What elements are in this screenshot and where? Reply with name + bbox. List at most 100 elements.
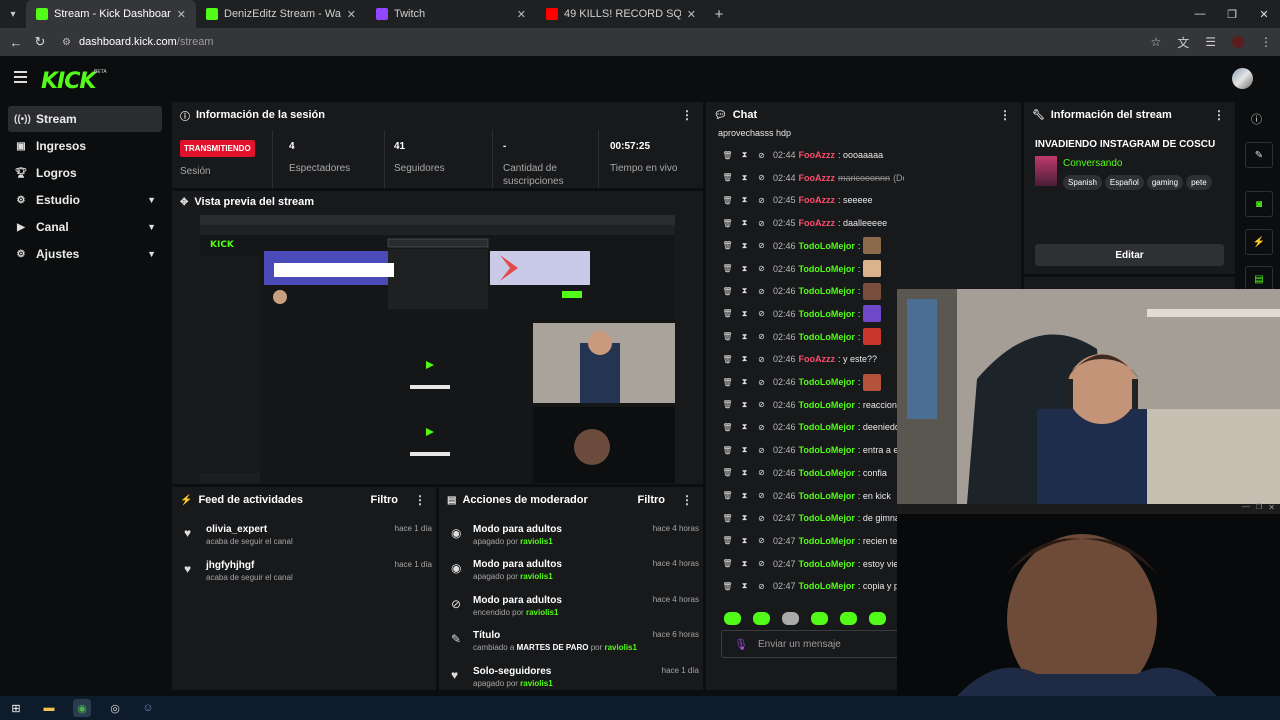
- bookmark-star-icon[interactable]: ☆: [1150, 35, 1161, 49]
- chat-username[interactable]: FooAzzz: [799, 218, 836, 228]
- delete-message-icon[interactable]: 🗑︎: [722, 536, 733, 545]
- timeout-hourglass-icon[interactable]: ⧗: [739, 536, 750, 546]
- kebab-menu-icon[interactable]: ⋮: [681, 493, 693, 507]
- ban-icon[interactable]: ⊘: [756, 536, 767, 545]
- follower-name[interactable]: olivia_expert: [206, 524, 267, 535]
- chat-username[interactable]: TodoLoMejor: [799, 264, 855, 274]
- ban-icon[interactable]: ⊘: [756, 491, 767, 500]
- ban-icon[interactable]: ⊘: [756, 559, 767, 568]
- delete-message-icon[interactable]: 🗑︎: [722, 355, 733, 364]
- ban-icon[interactable]: ⊘: [756, 173, 767, 182]
- chat-username[interactable]: TodoLoMejor: [799, 513, 855, 523]
- timeout-hourglass-icon[interactable]: ⧗: [739, 422, 750, 432]
- timeout-hourglass-icon[interactable]: ⧗: [739, 468, 750, 478]
- timeout-hourglass-icon[interactable]: ⧗: [739, 513, 750, 523]
- ban-icon[interactable]: ⊘: [756, 423, 767, 432]
- filter-button[interactable]: Filtro: [638, 494, 666, 506]
- discord-icon[interactable]: ☺: [139, 699, 157, 717]
- emote-icon[interactable]: [753, 612, 770, 625]
- timeout-hourglass-icon[interactable]: ⧗: [739, 491, 750, 501]
- ban-icon[interactable]: ⊘: [756, 264, 767, 273]
- minimize-icon[interactable]: —: [1242, 502, 1250, 511]
- chat-username[interactable]: TodoLoMejor: [799, 332, 855, 342]
- chat-username[interactable]: TodoLoMejor: [799, 445, 855, 455]
- chat-username[interactable]: FooAzzz: [799, 150, 836, 160]
- stream-category[interactable]: Conversando: [1063, 158, 1122, 169]
- close-window-icon[interactable]: ✕: [1248, 0, 1280, 28]
- chat-username[interactable]: TodoLoMejor: [799, 559, 855, 569]
- minimize-icon[interactable]: —: [1184, 0, 1216, 28]
- timeout-hourglass-icon[interactable]: ⧗: [739, 173, 750, 183]
- delete-message-icon[interactable]: 🗑︎: [722, 309, 733, 318]
- delete-message-icon[interactable]: 🗑︎: [722, 582, 733, 591]
- reload-icon[interactable]: ↻: [28, 34, 52, 50]
- kick-logo[interactable]: KICK: [41, 69, 96, 94]
- close-icon[interactable]: ✕: [347, 8, 356, 21]
- ban-icon[interactable]: ⊘: [756, 468, 767, 477]
- chat-input[interactable]: 🎙︎ Enviar un mensaje: [721, 630, 917, 658]
- sidebar-item-ajustes[interactable]: ⚙ Ajustes ▼: [8, 241, 162, 267]
- sidebar-item-estudio[interactable]: ⚙ Estudio ▼: [8, 187, 162, 213]
- timeout-hourglass-icon[interactable]: ⧗: [739, 377, 750, 387]
- ban-icon[interactable]: ⊘: [756, 219, 767, 228]
- url-field[interactable]: ⚙ dashboard.kick.com/stream: [62, 36, 213, 48]
- restore-icon[interactable]: ❐: [1216, 0, 1248, 28]
- chat-username[interactable]: TodoLoMejor: [799, 491, 855, 501]
- site-info-icon[interactable]: ⚙: [62, 37, 71, 48]
- ban-icon[interactable]: ⊘: [756, 287, 767, 296]
- chat-username[interactable]: TodoLoMejor: [799, 286, 855, 296]
- kebab-menu-icon[interactable]: ⋮: [414, 493, 426, 507]
- kebab-menu-icon[interactable]: ⋮: [681, 108, 693, 122]
- timeout-hourglass-icon[interactable]: ⧗: [739, 400, 750, 410]
- chat-username[interactable]: TodoLoMejor: [799, 309, 855, 319]
- emote-icon[interactable]: [811, 612, 828, 625]
- delete-message-icon[interactable]: 🗑︎: [722, 196, 733, 205]
- timeout-hourglass-icon[interactable]: ⧗: [739, 309, 750, 319]
- timeout-hourglass-icon[interactable]: ⧗: [739, 581, 750, 591]
- browser-tab[interactable]: Stream - Kick Dashboard ✕: [26, 0, 196, 28]
- timeout-hourglass-icon[interactable]: ⧗: [739, 445, 750, 455]
- ban-icon[interactable]: ⊘: [756, 582, 767, 591]
- delete-message-icon[interactable]: 🗑︎: [722, 332, 733, 341]
- pencil-icon[interactable]: ✎: [1245, 142, 1273, 168]
- browser-tab[interactable]: Twitch ✕: [366, 0, 536, 28]
- edit-button[interactable]: Editar: [1035, 244, 1224, 266]
- translate-icon[interactable]: 文: [1177, 34, 1189, 51]
- camera-icon[interactable]: ◙: [1245, 191, 1273, 217]
- emote-icon[interactable]: [782, 612, 799, 625]
- close-icon[interactable]: ✕: [177, 8, 186, 21]
- chat-username[interactable]: FooAzzz: [799, 173, 836, 183]
- obs-icon[interactable]: ◎: [106, 699, 124, 717]
- file-explorer-icon[interactable]: ▬: [40, 699, 58, 717]
- menu-kebab-icon[interactable]: ⋮: [1260, 35, 1272, 49]
- follower-name[interactable]: jhgfyhjhgf: [206, 560, 254, 571]
- chat-username[interactable]: TodoLoMejor: [799, 422, 855, 432]
- tab-search-icon[interactable]: ▾: [0, 9, 26, 20]
- ban-icon[interactable]: ⊘: [756, 241, 767, 250]
- delete-message-icon[interactable]: 🗑︎: [722, 423, 733, 432]
- info-icon[interactable]: ⓘ: [1251, 111, 1262, 127]
- delete-message-icon[interactable]: 🗑︎: [722, 468, 733, 477]
- kebab-menu-icon[interactable]: ⋮: [1213, 108, 1225, 122]
- ban-icon[interactable]: ⊘: [756, 400, 767, 409]
- delete-message-icon[interactable]: 🗑︎: [722, 219, 733, 228]
- sidebar-item-stream[interactable]: ((•)) Stream: [8, 106, 162, 132]
- ban-icon[interactable]: ⊘: [756, 378, 767, 387]
- mod-user[interactable]: raviolis1: [526, 608, 558, 617]
- delete-message-icon[interactable]: 🗑︎: [722, 446, 733, 455]
- sidebar-item-logros[interactable]: 🏆︎ Logros: [8, 160, 162, 186]
- emote-icon[interactable]: [724, 612, 741, 625]
- microphone-icon[interactable]: 🎙︎: [734, 638, 748, 651]
- profile-icon[interactable]: [1232, 36, 1244, 48]
- ban-icon[interactable]: ⊘: [756, 355, 767, 364]
- timeout-hourglass-icon[interactable]: ⧗: [739, 195, 750, 205]
- delete-message-icon[interactable]: 🗑︎: [722, 241, 733, 250]
- delete-message-icon[interactable]: 🗑︎: [722, 491, 733, 500]
- mod-user[interactable]: raviolis1: [604, 643, 636, 652]
- timeout-hourglass-icon[interactable]: ⧗: [739, 264, 750, 274]
- mod-user[interactable]: raviolis1: [520, 537, 552, 546]
- ban-icon[interactable]: ⊘: [756, 332, 767, 341]
- emote-icon[interactable]: [869, 612, 886, 625]
- emote-icon[interactable]: [840, 612, 857, 625]
- timeout-hourglass-icon[interactable]: ⧗: [739, 332, 750, 342]
